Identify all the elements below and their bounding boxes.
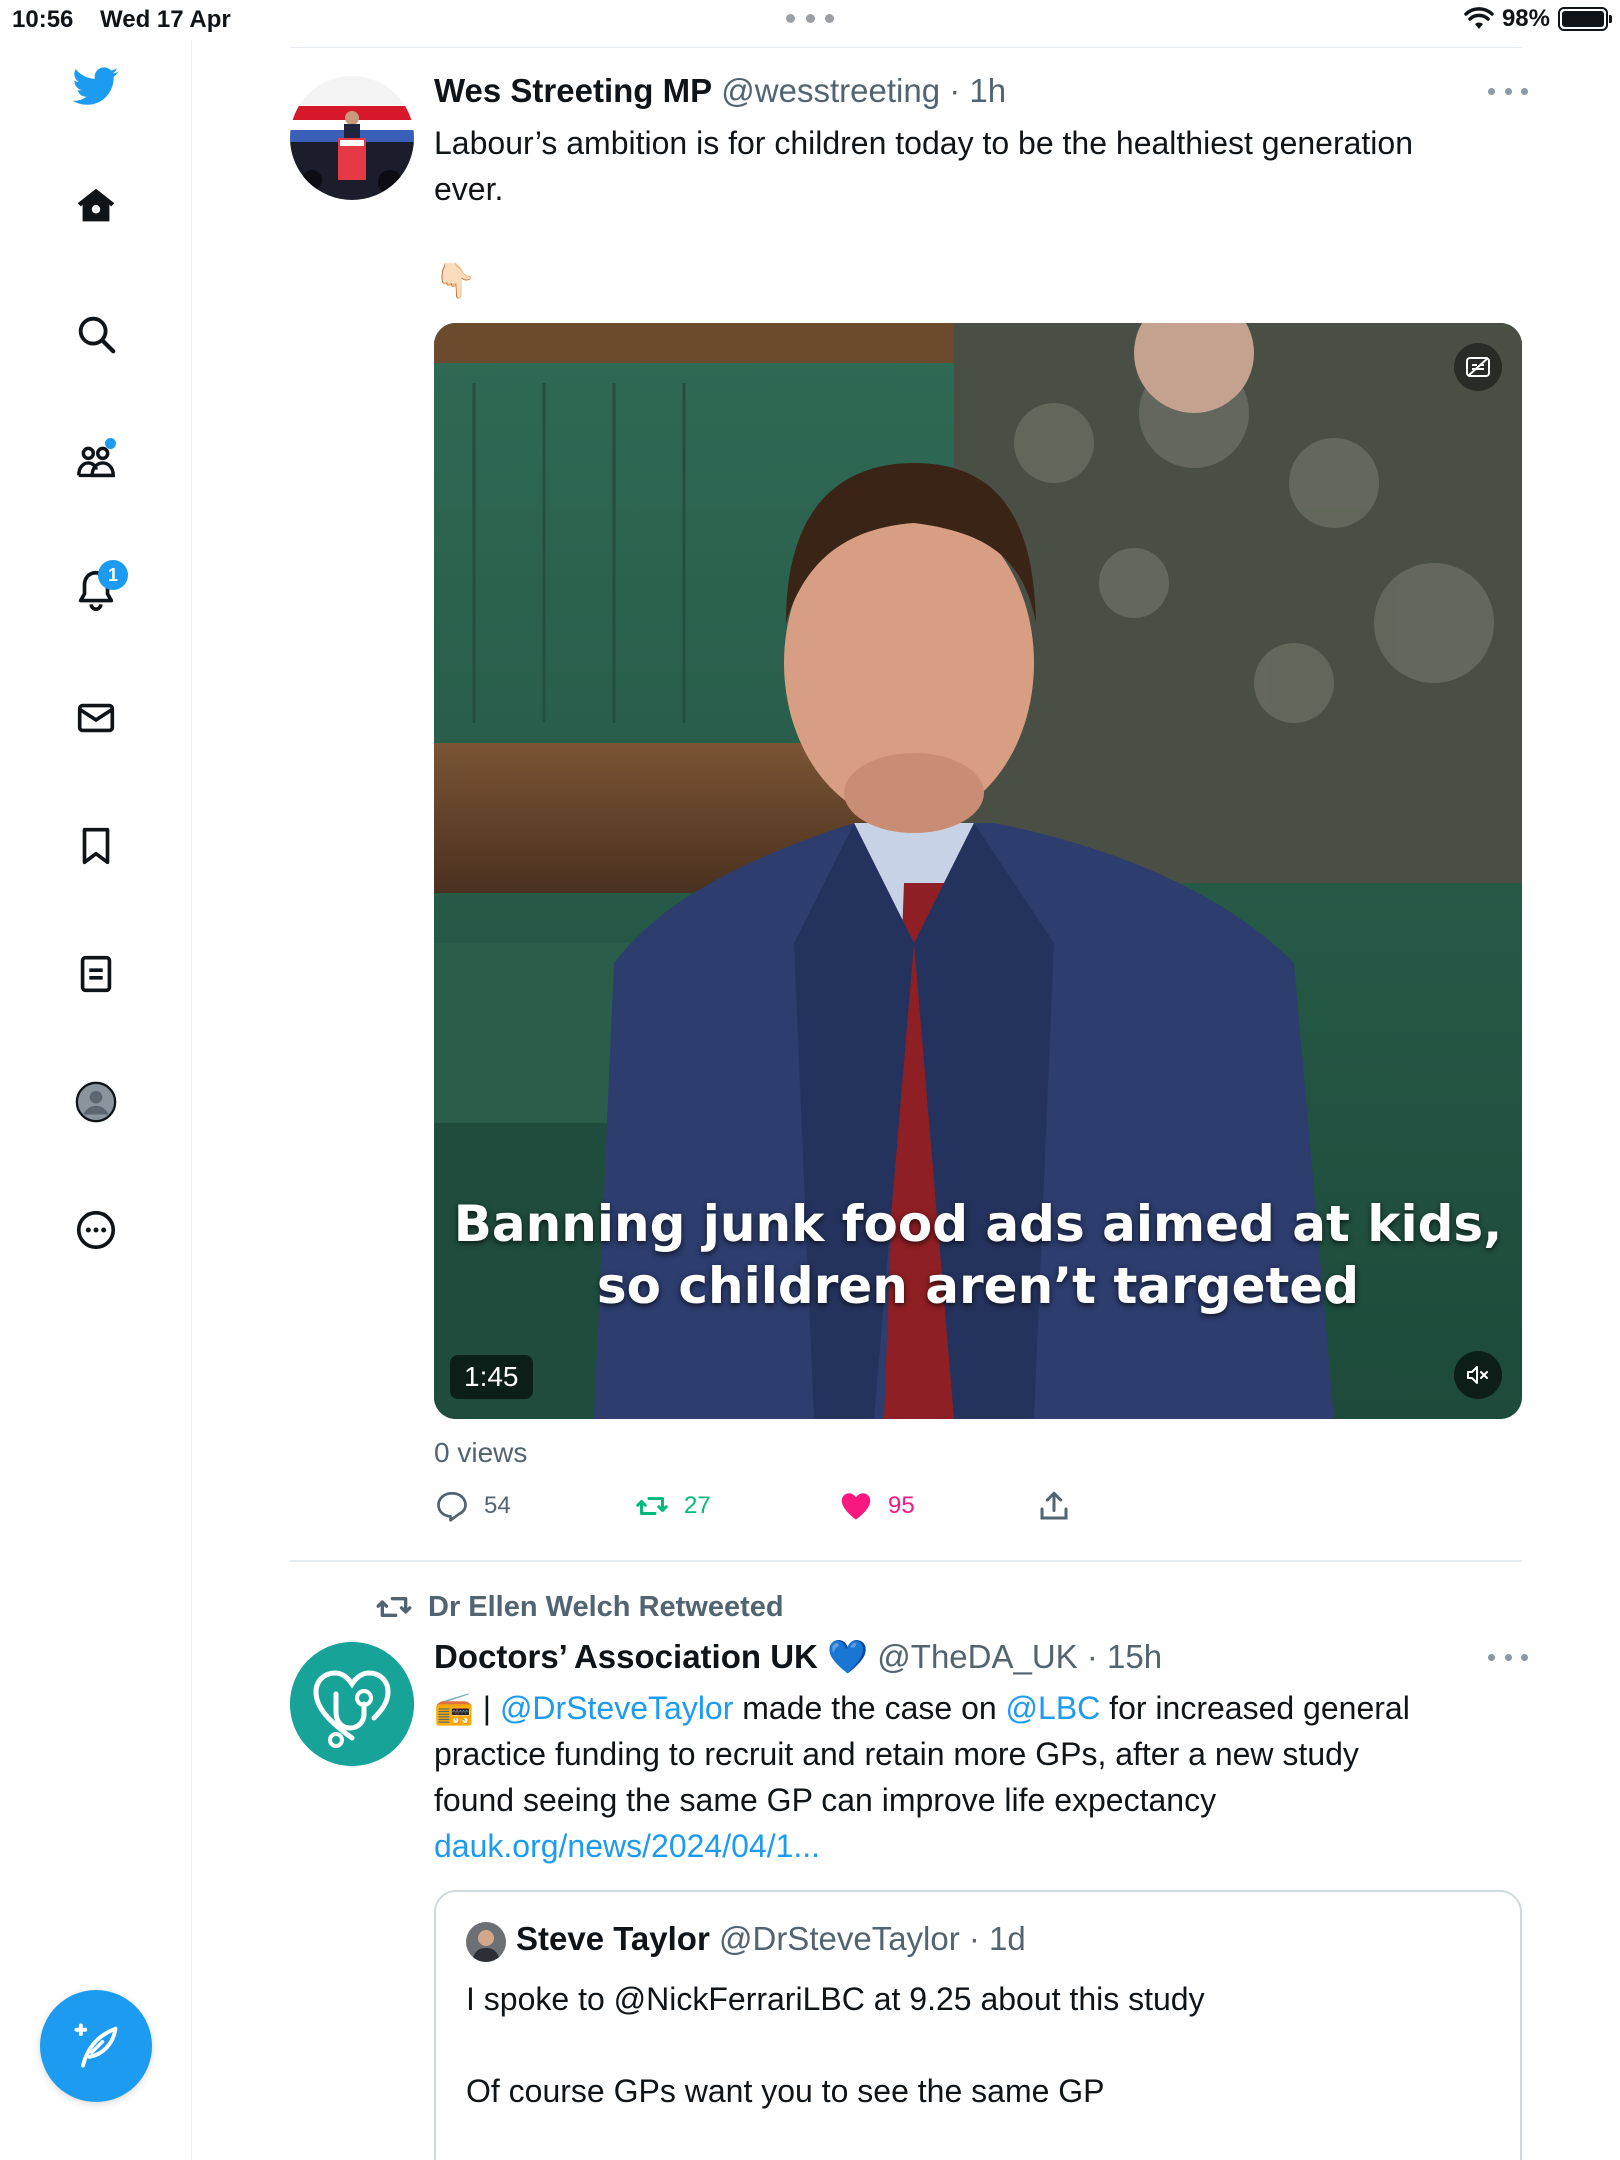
tweet-text-line: ever. xyxy=(434,171,504,207)
heart-icon xyxy=(841,1493,871,1520)
battery-percent: 98% xyxy=(1501,5,1550,32)
retweeted-by[interactable]: Dr Ellen Welch Retweeted xyxy=(374,1590,784,1624)
reply-count: 54 xyxy=(484,1492,511,1519)
share-icon xyxy=(1040,1491,1068,1520)
quoted-tweet-header: Steve Taylor @DrSteveTaylor · 1d xyxy=(516,1920,1026,1958)
compose-button[interactable] xyxy=(40,1990,152,2102)
share-button[interactable] xyxy=(1036,1488,1072,1524)
tweet-actions: 54 27 95 xyxy=(434,1488,1134,1532)
avatar[interactable] xyxy=(290,76,414,200)
quoted-tweet[interactable]: Steve Taylor @DrSteveTaylor · 1d I spoke… xyxy=(434,1890,1522,2160)
status-date: Wed 17 Apr xyxy=(100,6,231,33)
avatar[interactable] xyxy=(466,1922,506,1962)
video-player[interactable]: Banning junk food ads aimed at kids, so … xyxy=(434,323,1522,1419)
pointing-down-emoji: 👇🏻 xyxy=(434,262,477,300)
home-icon[interactable] xyxy=(62,172,130,240)
reply-button[interactable]: 54 xyxy=(434,1488,511,1524)
mute-icon[interactable] xyxy=(1454,1351,1502,1399)
video-duration: 1:45 xyxy=(450,1355,533,1399)
radio-emoji: 📻 xyxy=(434,1690,474,1726)
reply-icon xyxy=(437,1491,467,1522)
wifi-icon xyxy=(1464,7,1494,29)
status-time: 10:56 xyxy=(12,6,74,33)
retweet-icon xyxy=(636,1497,668,1515)
retweeted-by-label: Dr Ellen Welch Retweeted xyxy=(428,1590,784,1623)
tweet-text-fragment: for increased general xyxy=(1100,1690,1410,1726)
caption-line: Banning junk food ads aimed at kids, xyxy=(453,1195,1503,1253)
tweet-text-fragment: made the case on xyxy=(733,1690,1006,1726)
video-caption: Banning junk food ads aimed at kids, so … xyxy=(434,1193,1522,1317)
url-link[interactable]: dauk.org/news/2024/04/1... xyxy=(434,1823,1522,1869)
tweet-time[interactable]: · 1h xyxy=(949,72,1006,109)
twitter-bird-icon[interactable] xyxy=(62,52,130,120)
author-name[interactable]: Steve Taylor xyxy=(516,1920,710,1957)
tweet-text-line: practice funding to recruit and retain m… xyxy=(434,1736,1359,1772)
retweet-count: 27 xyxy=(684,1492,711,1519)
avatar-icon[interactable] xyxy=(62,1068,130,1136)
tweet-header: Doctors’ Association UK 💙 @TheDA_UK · 15… xyxy=(434,1638,1162,1677)
status-indicators: 98% xyxy=(1464,5,1612,33)
author-name[interactable]: Doctors’ Association UK xyxy=(434,1638,818,1675)
author-handle[interactable]: @TheDA_UK xyxy=(877,1638,1077,1675)
tweet-header: Wes Streeting MP @wesstreeting · 1h xyxy=(434,72,1006,110)
tweet-text-line: Labour’s ambition is for children today … xyxy=(434,125,1413,161)
author-handle[interactable]: @DrSteveTaylor xyxy=(719,1920,960,1957)
more-icon[interactable] xyxy=(1488,88,1528,98)
like-button[interactable]: 95 xyxy=(838,1488,915,1524)
bell-icon[interactable]: 1 xyxy=(62,556,130,624)
caption-line: so children aren’t targeted xyxy=(596,1257,1360,1315)
list-icon[interactable] xyxy=(62,940,130,1008)
compose-icon xyxy=(74,2023,118,2068)
more-circle-icon[interactable] xyxy=(62,1196,130,1264)
avatar[interactable] xyxy=(290,1642,414,1766)
battery-icon xyxy=(1558,7,1612,31)
tweet-text: 📻 | @DrSteveTaylor made the case on @LBC… xyxy=(434,1685,1522,1869)
more-icon[interactable] xyxy=(1488,1654,1528,1664)
mention-link[interactable]: @LBC xyxy=(1006,1690,1101,1726)
tweet-text-line: 📻 | @DrSteveTaylor made the case on @LBC… xyxy=(434,1685,1522,1731)
like-count: 95 xyxy=(888,1492,915,1519)
communities-icon[interactable] xyxy=(62,428,130,496)
view-count: 0 views xyxy=(434,1437,528,1468)
retweet-icon xyxy=(376,1596,412,1617)
mail-icon[interactable] xyxy=(62,684,130,752)
verified-heart-emoji: 💙 xyxy=(827,1638,869,1675)
quoted-tweet-text: I spoke to @NickFerrariLBC at 9.25 about… xyxy=(466,1981,1205,2109)
sidebar: 1 xyxy=(0,40,192,2160)
tweet-time[interactable]: · 1d xyxy=(969,1920,1026,1957)
tweet-text: Labour’s ambition is for children today … xyxy=(434,120,1522,304)
communities-dot xyxy=(105,438,116,449)
feed-top-divider xyxy=(290,47,1522,48)
status-bar: 10:56 Wed 17 Apr 98% xyxy=(0,0,1620,40)
author-handle[interactable]: @wesstreeting xyxy=(721,72,940,109)
author-name[interactable]: Wes Streeting MP xyxy=(434,72,712,109)
notification-badge: 1 xyxy=(98,560,128,590)
captions-icon[interactable] xyxy=(1454,343,1502,391)
mention-link[interactable]: @DrSteveTaylor xyxy=(500,1690,733,1726)
tweet-divider xyxy=(290,1560,1522,1562)
bookmark-icon[interactable] xyxy=(62,812,130,880)
retweet-button[interactable]: 27 xyxy=(634,1488,711,1524)
text-separator: | xyxy=(473,1690,500,1726)
search-icon[interactable] xyxy=(62,300,130,368)
tweet-time[interactable]: · 15h xyxy=(1087,1638,1162,1675)
tweet-text-line: found seeing the same GP can improve lif… xyxy=(434,1782,1217,1818)
multitasking-dots[interactable] xyxy=(786,14,834,24)
